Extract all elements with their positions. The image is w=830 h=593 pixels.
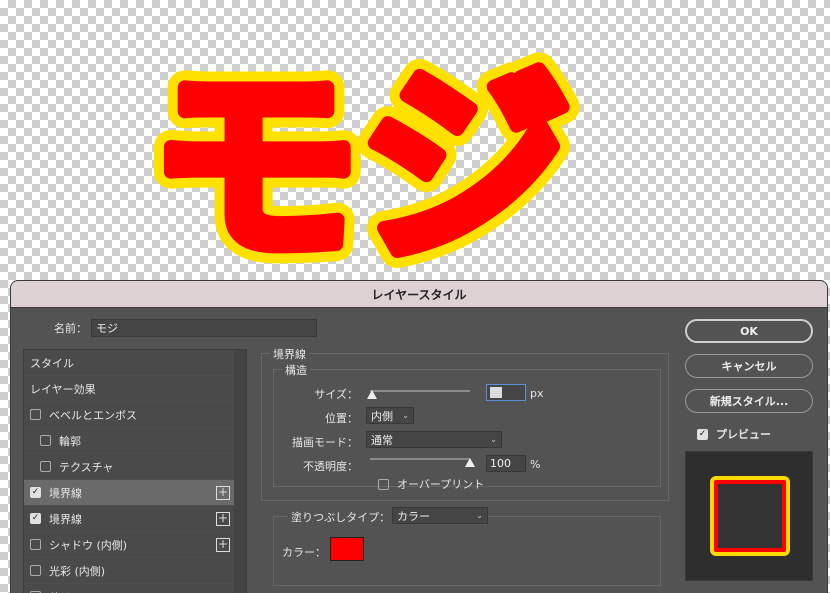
stroke-group-title: 境界線 xyxy=(270,346,309,362)
opacity-input-value: 100 xyxy=(490,457,511,470)
name-row: 名前： モジ xyxy=(47,319,317,337)
style-list-item-label: 光彩 (内側) xyxy=(49,564,106,578)
style-checkbox[interactable] xyxy=(40,435,51,446)
opacity-unit: % xyxy=(530,458,541,471)
cancel-button[interactable]: キャンセル xyxy=(685,354,813,378)
style-list-item[interactable]: テクスチャ xyxy=(24,454,234,480)
opacity-slider[interactable] xyxy=(370,454,480,468)
overprint-option[interactable]: オーバープリント xyxy=(378,476,484,492)
chevron-down-icon: ⌄ xyxy=(402,411,409,420)
name-label: 名前： xyxy=(54,322,87,335)
canvas-text-fill: モジ xyxy=(150,45,570,285)
size-slider[interactable] xyxy=(367,386,480,400)
size-input-caret xyxy=(490,387,502,398)
style-list-item-label: ベベルとエンボス xyxy=(49,408,137,422)
add-effect-icon[interactable]: + xyxy=(216,512,230,526)
style-checkbox[interactable]: ✓ xyxy=(30,487,41,498)
preview-option[interactable]: ✓ プレビュー xyxy=(697,426,771,442)
ok-button[interactable]: OK xyxy=(685,319,813,343)
style-list-item-label: スタイル xyxy=(30,356,74,370)
preview-checkbox[interactable]: ✓ xyxy=(697,428,708,440)
style-list-item-label: 境界線 xyxy=(49,512,82,526)
add-effect-icon[interactable]: + xyxy=(216,486,230,500)
style-checkbox[interactable] xyxy=(40,461,51,472)
size-input[interactable] xyxy=(486,384,526,401)
name-input-value: モジ xyxy=(96,322,118,335)
preview-swatch xyxy=(710,476,790,556)
overprint-checkbox[interactable] xyxy=(378,478,389,490)
color-label: カラー： xyxy=(282,546,326,559)
structure-group-title: 構造 xyxy=(282,362,310,378)
style-checkbox[interactable] xyxy=(30,565,41,576)
layer-style-dialog: レイヤースタイル 名前： モジ スタイルレイヤー効果ベベルとエンボス輪郭テクスチ… xyxy=(10,280,828,593)
new-style-button[interactable]: 新規スタイル... xyxy=(685,389,813,413)
style-checkbox[interactable]: ✓ xyxy=(30,513,41,524)
style-list: スタイル レイヤー効果 ベベルとエンボス 輪郭 テクスチャ ✓ 境界線 + ✓ 境界線 + シャドウ … xyxy=(23,349,247,593)
style-list-item[interactable]: 輪郭 xyxy=(24,428,234,454)
dialog-titlebar[interactable]: レイヤースタイル xyxy=(11,281,827,308)
blend-mode-value: 通常 xyxy=(371,433,393,447)
opacity-input[interactable]: 100 xyxy=(486,455,526,472)
color-swatch[interactable] xyxy=(330,537,364,561)
structure-group: 構造 サイズ： px 位置： 内側 ⌄ 描画モード： 通常 ⌄ 不透明度： 10… xyxy=(273,362,661,491)
size-label: サイズ： xyxy=(314,388,358,401)
style-list-item[interactable]: ベベルとエンボス xyxy=(24,402,234,428)
style-list-scrollbar[interactable] xyxy=(234,350,246,593)
opacity-label: 不透明度： xyxy=(303,460,358,473)
style-list-item[interactable]: レイヤー効果 xyxy=(24,376,234,402)
style-list-item-label: テクスチャ xyxy=(59,460,114,474)
ok-button-label: OK xyxy=(740,324,758,338)
size-slider-thumb[interactable] xyxy=(367,390,377,399)
style-list-item[interactable]: ✓ 境界線 + xyxy=(24,480,234,506)
blend-mode-select[interactable]: 通常 ⌄ xyxy=(366,431,502,448)
new-style-button-label: 新規スタイル... xyxy=(709,395,789,408)
fill-type-label: 塗りつぶしタイプ： xyxy=(288,509,394,525)
style-list-item[interactable]: サテン xyxy=(24,584,234,593)
add-effect-icon[interactable]: + xyxy=(216,538,230,552)
chevron-down-icon: ⌄ xyxy=(490,435,497,444)
preview-thumbnail xyxy=(685,451,813,581)
position-label: 位置： xyxy=(325,412,358,425)
opacity-slider-thumb[interactable] xyxy=(465,458,475,467)
preview-label: プレビュー xyxy=(716,428,771,441)
style-list-item-label: シャドウ (内側) xyxy=(49,538,128,552)
style-list-item-label: サテン xyxy=(49,589,82,593)
size-unit: px xyxy=(530,387,544,400)
chevron-down-icon: ⌄ xyxy=(476,511,483,520)
position-select[interactable]: 内側 ⌄ xyxy=(366,407,414,424)
name-input[interactable]: モジ xyxy=(91,319,317,337)
size-slider-track xyxy=(370,390,470,392)
canvas-artwork: モジ モジ モジ xyxy=(133,28,587,285)
style-list-item-label: 境界線 xyxy=(49,486,82,500)
fill-type-group: 塗りつぶしタイプ： カラー ⌄ カラー： xyxy=(273,507,661,586)
dialog-title: レイヤースタイル xyxy=(371,287,467,302)
cancel-button-label: キャンセル xyxy=(721,360,777,373)
style-list-item[interactable]: スタイル xyxy=(24,350,234,376)
style-list-item-label: レイヤー効果 xyxy=(30,382,96,396)
style-list-item-label: 輪郭 xyxy=(59,434,81,448)
blend-mode-label: 描画モード： xyxy=(292,436,358,449)
style-checkbox[interactable] xyxy=(30,409,41,420)
fill-type-select[interactable]: カラー ⌄ xyxy=(392,507,488,524)
style-list-item[interactable]: ✓ 境界線 + xyxy=(24,506,234,532)
overprint-label: オーバープリント xyxy=(397,478,485,491)
style-checkbox[interactable] xyxy=(30,539,41,550)
style-list-items: スタイル レイヤー効果 ベベルとエンボス 輪郭 テクスチャ ✓ 境界線 + ✓ 境界線 + シャドウ … xyxy=(24,350,246,593)
opacity-slider-track xyxy=(370,458,470,460)
style-list-item[interactable]: 光彩 (内側) xyxy=(24,558,234,584)
style-list-item[interactable]: シャドウ (内側) + xyxy=(24,532,234,558)
position-value: 内側 xyxy=(371,409,393,423)
fill-type-value: カラー xyxy=(397,509,430,523)
